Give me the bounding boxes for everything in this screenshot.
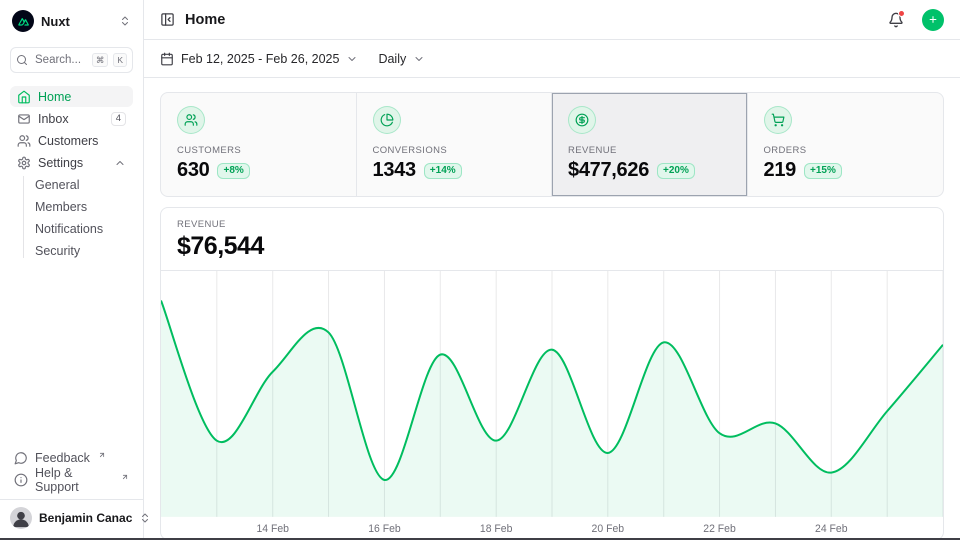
sidebar-item-label: General	[35, 178, 79, 192]
stat-card-revenue[interactable]: REVENUE $477,626 +20%	[552, 93, 748, 196]
stat-label: CONVERSIONS	[373, 145, 536, 156]
stat-card-customers[interactable]: CUSTOMERS 630 +8%	[161, 93, 357, 196]
sidebar-item-customers[interactable]: Customers	[10, 130, 133, 151]
help-support-link[interactable]: Help & Support	[10, 469, 133, 490]
avatar	[10, 507, 32, 529]
sidebar-item-home[interactable]: Home	[10, 86, 133, 107]
revenue-area-chart[interactable]: 14 Feb 16 Feb 18 Feb 20 Feb 22 Feb 24 Feb	[161, 271, 943, 538]
stat-label: CUSTOMERS	[177, 145, 340, 156]
user-name: Benjamin Canac	[39, 511, 132, 525]
sidebar-item-members[interactable]: Members	[35, 196, 133, 217]
page-content: CUSTOMERS 630 +8% CONVERSIONS 1343 +14%	[144, 78, 960, 538]
user-menu[interactable]: Benjamin Canac	[0, 499, 143, 538]
stat-value: 1343	[373, 159, 416, 182]
chart-metric-label: REVENUE	[177, 219, 927, 230]
stat-value: 219	[764, 159, 796, 182]
nuxt-logo	[12, 10, 34, 32]
workspace-name: Nuxt	[41, 14, 112, 29]
svg-text:14 Feb: 14 Feb	[256, 523, 289, 535]
feedback-icon	[14, 451, 28, 465]
sidebar-item-label: Customers	[38, 134, 126, 148]
sidebar-nav: Home Inbox 4 Customers Settings	[10, 86, 133, 262]
sidebar-spacer	[10, 262, 133, 447]
collapse-sidebar-button[interactable]	[160, 12, 175, 27]
period-value: Daily	[378, 52, 406, 66]
help-support-label: Help & Support	[35, 466, 113, 494]
inbox-icon	[17, 112, 31, 126]
page-header: Home	[144, 0, 960, 40]
calendar-icon	[160, 52, 174, 66]
stat-delta-badge: +15%	[804, 163, 842, 179]
chevron-down-icon	[413, 53, 425, 65]
add-button[interactable]	[922, 9, 944, 31]
external-link-icon	[98, 451, 106, 459]
stat-delta-badge: +14%	[424, 163, 462, 179]
search-input[interactable]	[33, 53, 87, 67]
sidebar-item-label: Members	[35, 200, 87, 214]
workspace-switcher[interactable]: Nuxt	[10, 8, 133, 34]
sidebar-item-general[interactable]: General	[35, 174, 133, 195]
search-icon	[16, 54, 28, 66]
notification-dot	[898, 10, 905, 17]
inbox-count-badge: 4	[111, 112, 126, 126]
sidebar-item-label: Home	[38, 90, 126, 104]
svg-text:22 Feb: 22 Feb	[703, 523, 736, 535]
panel-left-close-icon	[160, 12, 175, 27]
stat-value: $477,626	[568, 159, 649, 182]
pie-chart-icon	[373, 106, 401, 134]
info-icon	[14, 473, 28, 487]
notifications-button[interactable]	[888, 12, 904, 28]
home-icon	[17, 90, 31, 104]
date-range-picker[interactable]: Feb 12, 2025 - Feb 26, 2025	[160, 52, 358, 66]
stat-card-conversions[interactable]: CONVERSIONS 1343 +14%	[357, 93, 553, 196]
gear-icon	[17, 156, 31, 170]
svg-text:18 Feb: 18 Feb	[480, 523, 513, 535]
chevron-up-icon	[114, 157, 126, 169]
sidebar: Nuxt ⌘ K Home Inbo	[0, 0, 144, 538]
dashboard-app: Nuxt ⌘ K Home Inbo	[0, 0, 960, 538]
nuxt-logo-glyph	[17, 15, 30, 28]
sidebar-item-label: Security	[35, 244, 80, 258]
stat-delta-badge: +20%	[657, 163, 695, 179]
search-box[interactable]: ⌘ K	[10, 47, 133, 73]
main-panel: Home Feb 12, 2025 - Feb 26, 2025	[144, 0, 960, 538]
kbd-cmd: ⌘	[92, 53, 109, 67]
stat-label: ORDERS	[764, 145, 928, 156]
sidebar-item-label: Inbox	[38, 112, 104, 126]
sidebar-item-label: Notifications	[35, 222, 103, 236]
cart-icon	[764, 106, 792, 134]
chevron-down-icon	[346, 53, 358, 65]
date-range-value: Feb 12, 2025 - Feb 26, 2025	[181, 52, 339, 66]
svg-text:24 Feb: 24 Feb	[815, 523, 848, 535]
sidebar-item-inbox[interactable]: Inbox 4	[10, 108, 133, 129]
sidebar-item-settings[interactable]: Settings	[10, 152, 133, 173]
users-icon	[17, 134, 31, 148]
sidebar-footer: Feedback Help & Support	[10, 447, 133, 491]
stats-row: CUSTOMERS 630 +8% CONVERSIONS 1343 +14%	[160, 92, 944, 197]
users-icon	[177, 106, 205, 134]
sidebar-item-label: Settings	[38, 156, 107, 170]
page-title: Home	[185, 12, 225, 28]
feedback-label: Feedback	[35, 451, 90, 465]
external-link-icon	[121, 473, 129, 481]
svg-text:20 Feb: 20 Feb	[592, 523, 625, 535]
stat-label: REVENUE	[568, 145, 731, 156]
stat-card-orders[interactable]: ORDERS 219 +15%	[748, 93, 944, 196]
revenue-chart-card: REVENUE $76,544 14 Feb 16 Feb 18 Feb 20 Feb…	[160, 207, 944, 538]
stat-value: 630	[177, 159, 209, 182]
kbd-k: K	[113, 53, 127, 67]
plus-icon	[928, 13, 938, 26]
dollar-circle-icon	[568, 106, 596, 134]
chart-header: REVENUE $76,544	[161, 208, 943, 271]
svg-text:16 Feb: 16 Feb	[368, 523, 401, 535]
sidebar-item-security[interactable]: Security	[35, 240, 133, 261]
settings-subnav: General Members Notifications Security	[10, 174, 133, 261]
sidebar-item-notifications[interactable]: Notifications	[35, 218, 133, 239]
period-select[interactable]: Daily	[378, 52, 425, 66]
stat-delta-badge: +8%	[217, 163, 249, 179]
chart-metric-value: $76,544	[177, 232, 927, 261]
chevrons-up-down-icon	[119, 15, 131, 27]
filters-toolbar: Feb 12, 2025 - Feb 26, 2025 Daily	[144, 40, 960, 78]
